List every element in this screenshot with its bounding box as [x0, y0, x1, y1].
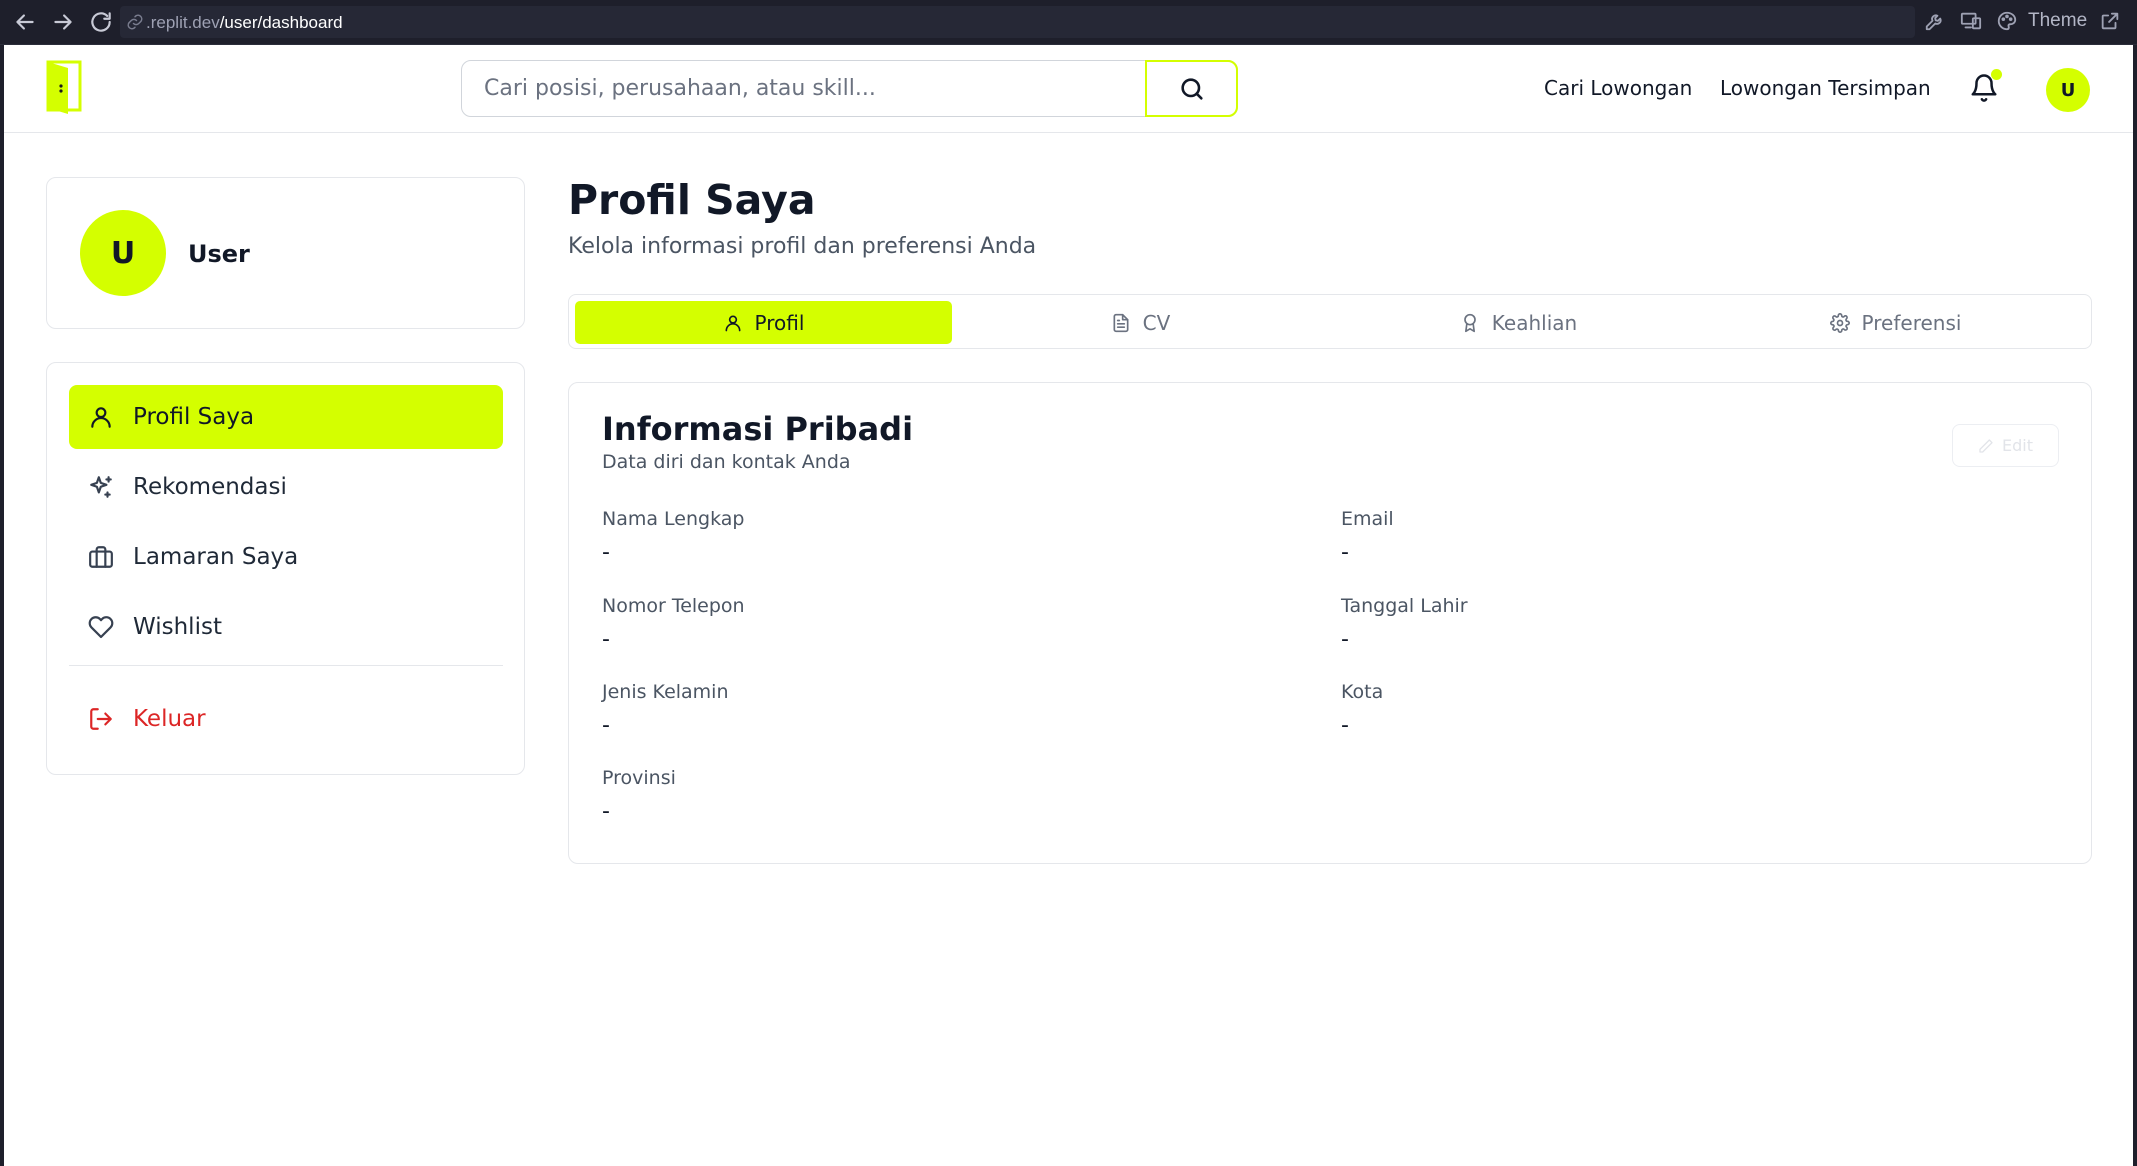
- avatar: U: [80, 210, 166, 296]
- gear-icon: [1829, 312, 1850, 333]
- sidebar-item-label: Lamaran Saya: [133, 544, 299, 570]
- theme-label[interactable]: Theme: [2028, 10, 2087, 32]
- card-subtitle: Data diri dan kontak Anda: [602, 451, 851, 473]
- tab-cv[interactable]: CV: [952, 301, 1329, 344]
- field-label: Email: [1341, 508, 1394, 530]
- app-header: Cari Lowongan Lowongan Tersimpan U: [4, 46, 2133, 133]
- user-name: User: [188, 240, 250, 268]
- tab-label: Profil: [754, 310, 805, 335]
- award-icon: [1460, 313, 1480, 333]
- field-label: Nama Lengkap: [602, 508, 745, 530]
- field-value: -: [602, 540, 610, 565]
- field-label: Provinsi: [602, 767, 676, 789]
- tab-label: Keahlian: [1491, 310, 1578, 335]
- nav-link-lowongan-tersimpan[interactable]: Lowongan Tersimpan: [1720, 76, 1931, 100]
- logout-button[interactable]: Keluar: [69, 687, 503, 751]
- url-domain: .replit.dev: [146, 13, 220, 32]
- back-arrow-icon[interactable]: [12, 9, 38, 35]
- sidebar-item-label: Wishlist: [133, 614, 222, 640]
- header-avatar[interactable]: U: [2046, 68, 2090, 112]
- forward-arrow-icon[interactable]: [50, 9, 76, 35]
- devices-icon[interactable]: [1960, 10, 1982, 32]
- sidebar-item-profil-saya[interactable]: Profil Saya: [69, 385, 503, 449]
- page-title: Profil Saya: [568, 176, 816, 224]
- file-icon: [1111, 313, 1131, 333]
- tab-profil[interactable]: Profil: [575, 301, 952, 344]
- tab-keahlian[interactable]: Keahlian: [1330, 301, 1707, 344]
- search-input[interactable]: [462, 61, 1148, 116]
- external-link-icon[interactable]: [2099, 10, 2121, 32]
- field-kota: Kota -: [1341, 681, 1383, 738]
- browser-toolbar: .replit.dev/user/dashboard Theme: [0, 0, 2137, 45]
- card-title: Informasi Pribadi: [602, 410, 914, 448]
- field-tanggal-lahir: Tanggal Lahir -: [1341, 595, 1468, 652]
- window-border-right: [2133, 45, 2137, 1166]
- wrench-icon[interactable]: [1924, 10, 1946, 32]
- field-value: -: [1341, 540, 1349, 565]
- search-bar: [461, 60, 1238, 117]
- sparkles-icon: [88, 474, 114, 500]
- logout-label: Keluar: [133, 706, 206, 732]
- field-value: -: [1341, 713, 1349, 738]
- briefcase-icon: [88, 544, 114, 570]
- field-label: Tanggal Lahir: [1341, 595, 1468, 617]
- notification-dot: [1991, 69, 2002, 80]
- sidebar-item-label: Profil Saya: [133, 404, 255, 430]
- tab-preferensi[interactable]: Preferensi: [1707, 301, 2084, 344]
- edit-label: Edit: [2002, 436, 2033, 455]
- logo-door-icon[interactable]: [46, 58, 86, 114]
- field-nomor-telepon: Nomor Telepon -: [602, 595, 745, 652]
- url-path: /user/dashboard: [219, 13, 343, 32]
- address-bar[interactable]: .replit.dev/user/dashboard: [120, 6, 1915, 38]
- profile-tabs: Profil CV Keahlian Preferensi: [568, 294, 2092, 349]
- window-border-left: [0, 45, 4, 1166]
- sidebar-item-lamaran-saya[interactable]: Lamaran Saya: [69, 525, 503, 589]
- page-subtitle: Kelola informasi profil dan preferensi A…: [568, 234, 1037, 259]
- field-label: Kota: [1341, 681, 1384, 703]
- user-icon: [723, 313, 743, 333]
- user-icon: [88, 404, 114, 430]
- reload-icon[interactable]: [88, 9, 114, 35]
- palette-icon[interactable]: [1996, 10, 2018, 32]
- heart-icon: [88, 614, 114, 640]
- sidebar-item-rekomendasi[interactable]: Rekomendasi: [69, 455, 503, 519]
- pencil-icon: [1979, 438, 1993, 453]
- field-value: -: [1341, 627, 1349, 652]
- field-email: Email -: [1341, 508, 1394, 565]
- field-provinsi: Provinsi -: [602, 767, 676, 824]
- search-icon: [1180, 77, 1203, 100]
- search-button[interactable]: [1145, 60, 1238, 117]
- field-value: -: [602, 799, 610, 824]
- tab-label: Preferensi: [1861, 310, 1962, 335]
- logout-icon: [88, 706, 114, 732]
- field-value: -: [602, 627, 610, 652]
- url-text: .replit.dev/user/dashboard: [146, 13, 343, 33]
- field-nama-lengkap: Nama Lengkap -: [602, 508, 744, 565]
- menu-divider: [69, 665, 503, 666]
- edit-button[interactable]: Edit: [1952, 424, 2059, 467]
- nav-link-cari-lowongan[interactable]: Cari Lowongan: [1544, 76, 1692, 100]
- field-value: -: [602, 713, 610, 738]
- sidebar-item-wishlist[interactable]: Wishlist: [69, 595, 503, 659]
- personal-info-card: Informasi Pribadi Data diri dan kontak A…: [568, 382, 2092, 864]
- tab-label: CV: [1142, 310, 1171, 335]
- sidebar-menu: Profil Saya Rekomendasi Lamaran Saya Wis…: [46, 362, 525, 775]
- sidebar-item-label: Rekomendasi: [133, 474, 287, 500]
- field-jenis-kelamin: Jenis Kelamin -: [602, 681, 729, 738]
- field-label: Jenis Kelamin: [602, 681, 729, 703]
- link-icon: [126, 13, 144, 31]
- field-label: Nomor Telepon: [602, 595, 745, 617]
- user-card: U User: [46, 177, 525, 329]
